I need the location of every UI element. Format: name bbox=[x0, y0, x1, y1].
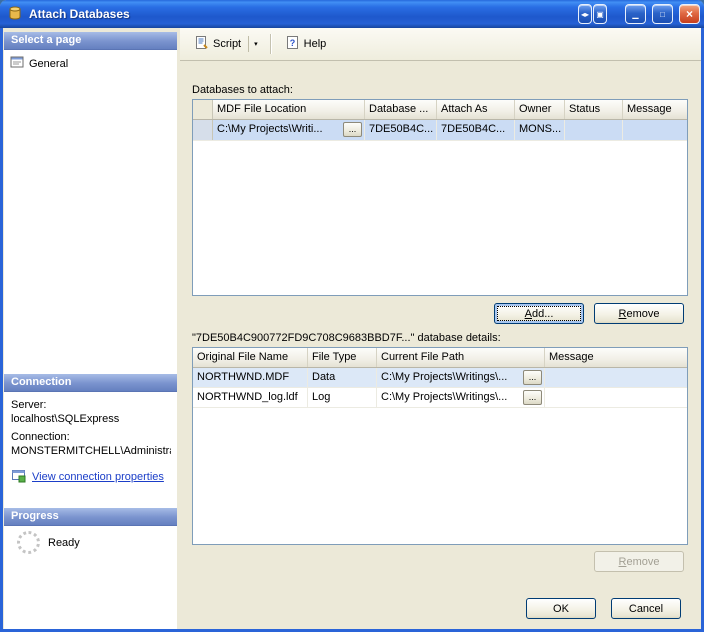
column-header-owner[interactable]: Owner bbox=[515, 100, 565, 119]
status-cell bbox=[565, 120, 623, 140]
details-remove-button: Remove bbox=[594, 551, 684, 572]
connection-header: Connection bbox=[4, 374, 177, 392]
message-cell bbox=[623, 120, 687, 140]
column-header-mdf-file-location[interactable]: MDF File Location bbox=[213, 100, 365, 119]
add-button[interactable]: Add... bbox=[494, 303, 584, 324]
close-icon[interactable]: × bbox=[679, 4, 700, 24]
databases-to-attach-label: Databases to attach: bbox=[192, 84, 293, 96]
svg-text:?: ? bbox=[289, 38, 295, 48]
details-table-header-row: Original File Name File Type Current Fil… bbox=[193, 348, 687, 368]
window-title: Attach Databases bbox=[29, 7, 130, 21]
browse-data-file-button[interactable]: ... bbox=[523, 370, 542, 385]
column-header-message[interactable]: Message bbox=[623, 100, 687, 119]
details-message-cell bbox=[545, 388, 687, 407]
help-icon: ? bbox=[285, 35, 300, 53]
details-table-row[interactable]: NORTHWND.MDF Data C:\My Projects\Writing… bbox=[193, 368, 687, 388]
column-header-attach-as[interactable]: Attach As bbox=[437, 100, 515, 119]
restore-icon[interactable]: ▣ bbox=[593, 4, 607, 24]
databases-to-attach-table: MDF File Location Database ... Attach As… bbox=[192, 99, 688, 296]
progress-spinner-icon bbox=[17, 531, 40, 554]
help-button-label: Help bbox=[303, 38, 327, 50]
mdf-file-location-cell: C:\My Projects\Writi... ... bbox=[213, 120, 365, 140]
toolbar-separator bbox=[269, 34, 271, 54]
details-table-row[interactable]: NORTHWND_log.ldf Log C:\My Projects\Writ… bbox=[193, 388, 687, 408]
titlebar[interactable]: Attach Databases ◂▸ ▣ ▁ □ × bbox=[0, 0, 704, 28]
server-value: localhost\SQLExpress bbox=[11, 413, 120, 425]
column-header-original-file-name[interactable]: Original File Name bbox=[193, 348, 308, 367]
script-button[interactable]: Script ▾ bbox=[188, 32, 264, 56]
attach-database-icon bbox=[7, 5, 23, 24]
progress-panel: Ready bbox=[4, 526, 177, 629]
select-a-page-header: Select a page bbox=[4, 32, 177, 50]
cancel-button[interactable]: Cancel bbox=[611, 598, 681, 619]
connection-value: MONSTERMITCHELL\Administra bbox=[11, 445, 171, 457]
maximize-icon[interactable]: □ bbox=[652, 4, 673, 24]
connection-panel: Server: localhost\SQLExpress Connection:… bbox=[4, 392, 177, 508]
attach-table-row[interactable]: C:\My Projects\Writi... ... 7DE50B4C... … bbox=[193, 120, 687, 141]
database-name-cell: 7DE50B4C... bbox=[365, 120, 437, 140]
database-details-table: Original File Name File Type Current Fil… bbox=[192, 347, 688, 545]
script-dropdown-icon[interactable]: ▾ bbox=[248, 36, 258, 52]
progress-status: Ready bbox=[48, 537, 80, 549]
sidebar-item-general[interactable]: General bbox=[4, 50, 177, 75]
database-details-label: "7DE50B4C900772FD9C708C9683BBD7F..." dat… bbox=[192, 332, 501, 344]
current-file-path-value: C:\My Projects\Writings\... bbox=[381, 391, 508, 403]
progress-header: Progress bbox=[4, 508, 177, 526]
minimize-icon[interactable]: ▁ bbox=[625, 4, 646, 24]
attach-as-cell: 7DE50B4C... bbox=[437, 120, 515, 140]
column-header-database[interactable]: Database ... bbox=[365, 100, 437, 119]
column-header-current-file-path[interactable]: Current File Path bbox=[377, 348, 545, 367]
row-selector-cell[interactable] bbox=[193, 120, 213, 140]
dock-arrows-icon[interactable]: ◂▸ bbox=[578, 4, 592, 24]
attach-table-header-row: MDF File Location Database ... Attach As… bbox=[193, 100, 687, 120]
current-file-path-cell: C:\My Projects\Writings\... ... bbox=[377, 368, 545, 387]
script-button-label: Script bbox=[213, 38, 242, 50]
file-type-cell: Data bbox=[308, 368, 377, 387]
view-connection-properties-row: View connection properties bbox=[11, 468, 164, 486]
view-connection-properties-link[interactable]: View connection properties bbox=[32, 471, 164, 483]
column-header-details-message[interactable]: Message bbox=[545, 348, 687, 367]
mdf-file-location-value: C:\My Projects\Writi... bbox=[217, 123, 323, 135]
current-file-path-value: C:\My Projects\Writings\... bbox=[381, 371, 508, 383]
original-file-name-cell: NORTHWND_log.ldf bbox=[193, 388, 308, 407]
browse-log-file-button[interactable]: ... bbox=[523, 390, 542, 405]
column-header-file-type[interactable]: File Type bbox=[308, 348, 377, 367]
attach-databases-dialog: Attach Databases ◂▸ ▣ ▁ □ × Select a pag… bbox=[0, 0, 704, 632]
select-a-page-panel: General bbox=[4, 50, 177, 374]
connection-properties-icon bbox=[11, 468, 26, 486]
remove-button[interactable]: Remove bbox=[594, 303, 684, 324]
details-message-cell bbox=[545, 368, 687, 387]
server-label: Server: bbox=[11, 399, 47, 411]
column-header-status[interactable]: Status bbox=[565, 100, 623, 119]
current-file-path-cell: C:\My Projects\Writings\... ... bbox=[377, 388, 545, 407]
connection-label: Connection: bbox=[11, 431, 70, 443]
script-icon bbox=[194, 35, 209, 53]
file-type-cell: Log bbox=[308, 388, 377, 407]
dialog-toolbar: Script ▾ ? Help bbox=[180, 28, 701, 61]
column-header-row-selector[interactable] bbox=[193, 100, 213, 119]
sidebar-item-label: General bbox=[29, 57, 69, 70]
browse-mdf-button[interactable]: ... bbox=[343, 122, 362, 137]
original-file-name-cell: NORTHWND.MDF bbox=[193, 368, 308, 387]
general-page-icon bbox=[10, 55, 24, 72]
owner-cell: MONS... bbox=[515, 120, 565, 140]
ok-button[interactable]: OK bbox=[526, 598, 596, 619]
help-button[interactable]: ? Help bbox=[279, 32, 333, 56]
